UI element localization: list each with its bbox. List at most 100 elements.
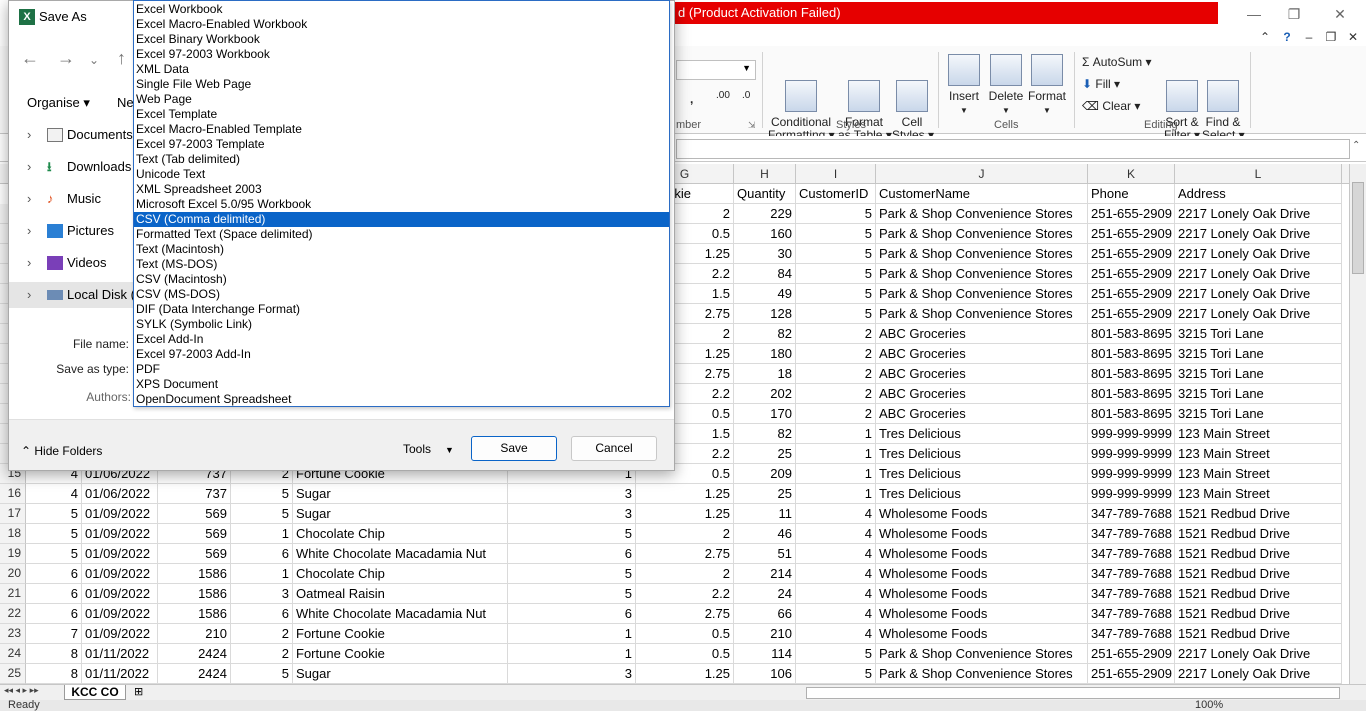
cell-order-date[interactable]: 01/09/2022 xyxy=(82,504,158,524)
cell-number[interactable]: 1586 xyxy=(158,604,231,624)
close-workbook-icon[interactable]: ✕ xyxy=(1344,28,1362,46)
cell-number[interactable]: 5 xyxy=(508,524,636,544)
cell-phone[interactable]: 347-789-7688 xyxy=(1088,544,1175,564)
table-header-cell[interactable]: CustomerName xyxy=(876,184,1088,204)
cell-quantity[interactable]: 160 xyxy=(734,224,796,244)
column-header-j[interactable]: J xyxy=(876,164,1088,184)
cell-customer-id[interactable]: 1 xyxy=(796,484,876,504)
file-type-option[interactable]: Excel 97-2003 Add-In xyxy=(134,347,669,362)
sheet-nav-arrows-icon[interactable]: ◂◂ ◂ ▸ ▸▸ xyxy=(4,685,39,696)
cell-number[interactable]: 3 xyxy=(508,484,636,504)
cell-address[interactable]: 2217 Lonely Oak Drive xyxy=(1175,264,1342,284)
cell-address[interactable]: 1521 Redbud Drive xyxy=(1175,584,1342,604)
save-as-type-dropdown-list[interactable]: Excel Workbook Excel Macro-Enabled Workbo… xyxy=(133,0,670,407)
increase-decimal-button[interactable]: .00 xyxy=(716,90,730,101)
file-type-option[interactable]: Excel 97-2003 Workbook xyxy=(134,47,669,62)
back-arrow-icon[interactable]: ← xyxy=(21,48,39,69)
number-format-select[interactable]: ▼ xyxy=(676,60,756,80)
format-button[interactable]: Format ▼ xyxy=(1027,54,1067,117)
cell-customer-name[interactable]: Wholesome Foods xyxy=(876,524,1088,544)
cell-customer-name[interactable]: Wholesome Foods xyxy=(876,504,1088,524)
row-number[interactable]: 21 xyxy=(0,584,26,604)
cell-customer-id[interactable]: 5 xyxy=(796,664,876,684)
cell-quantity[interactable]: 46 xyxy=(734,524,796,544)
column-header-l[interactable]: L xyxy=(1175,164,1342,184)
cell-customer-id[interactable]: 5 xyxy=(796,304,876,324)
formula-input[interactable] xyxy=(676,139,1350,159)
cell-quantity[interactable]: 30 xyxy=(734,244,796,264)
file-type-option[interactable]: Excel Template xyxy=(134,107,669,122)
cell-address[interactable]: 2217 Lonely Oak Drive xyxy=(1175,284,1342,304)
cell-phone[interactable]: 801-583-8695 xyxy=(1088,324,1175,344)
cell-order-date[interactable]: 01/09/2022 xyxy=(82,564,158,584)
cell-phone[interactable]: 347-789-7688 xyxy=(1088,624,1175,644)
cell-phone[interactable]: 347-789-7688 xyxy=(1088,564,1175,584)
cell-customer-name[interactable]: Tres Delicious xyxy=(876,484,1088,504)
file-type-option[interactable]: Excel Macro-Enabled Template xyxy=(134,122,669,137)
cell-customer-id[interactable]: 4 xyxy=(796,604,876,624)
cell-price[interactable]: 1.25 xyxy=(636,484,734,504)
cell-price[interactable]: 0.5 xyxy=(636,624,734,644)
cell-price[interactable]: 2 xyxy=(636,524,734,544)
cell-product-id[interactable]: 5 xyxy=(231,504,293,524)
nav-item-pictures[interactable]: › Pictures xyxy=(9,218,134,244)
row-number[interactable]: 19 xyxy=(0,544,26,564)
file-type-option[interactable]: DIF (Data Interchange Format) xyxy=(134,302,669,317)
up-arrow-icon[interactable]: ↑ xyxy=(117,48,126,69)
column-header-h[interactable]: H xyxy=(734,164,796,184)
row-number[interactable]: 16 xyxy=(0,484,26,504)
cell-address[interactable]: 3215 Tori Lane xyxy=(1175,324,1342,344)
cell-customer-name[interactable]: Park & Shop Convenience Stores xyxy=(876,204,1088,224)
cell-quantity[interactable]: 82 xyxy=(734,424,796,444)
restore-workbook-icon[interactable]: ❐ xyxy=(1322,28,1340,46)
cell-cookie-type[interactable]: Sugar xyxy=(293,484,508,504)
minimize-icon[interactable]: — xyxy=(1234,4,1274,24)
dialog-launcher-icon[interactable]: ⇲ xyxy=(748,120,756,131)
cell-quantity[interactable]: 24 xyxy=(734,584,796,604)
cell-customer-id[interactable]: 2 xyxy=(796,324,876,344)
cell-order-id[interactable]: 6 xyxy=(26,564,82,584)
cell-quantity[interactable]: 202 xyxy=(734,384,796,404)
organise-button[interactable]: Organise ▾ xyxy=(27,95,90,111)
cell-order-date[interactable]: 01/11/2022 xyxy=(82,644,158,664)
cell-number[interactable]: 1586 xyxy=(158,584,231,604)
cell-customer-name[interactable]: Wholesome Foods xyxy=(876,584,1088,604)
file-type-option[interactable]: Excel Macro-Enabled Workbook xyxy=(134,17,669,32)
decrease-decimal-button[interactable]: .0 xyxy=(742,90,750,101)
restore-icon[interactable]: ❐ xyxy=(1274,4,1314,24)
cell-phone[interactable]: 347-789-7688 xyxy=(1088,584,1175,604)
cell-number[interactable]: 3 xyxy=(508,504,636,524)
cell-product-id[interactable]: 2 xyxy=(231,624,293,644)
cell-order-id[interactable]: 6 xyxy=(26,604,82,624)
cell-quantity[interactable]: 25 xyxy=(734,444,796,464)
cell-number[interactable]: 569 xyxy=(158,504,231,524)
cell-address[interactable]: 2217 Lonely Oak Drive xyxy=(1175,664,1342,684)
cell-phone[interactable]: 801-583-8695 xyxy=(1088,404,1175,424)
cell-customer-id[interactable]: 4 xyxy=(796,544,876,564)
cell-address[interactable]: 1521 Redbud Drive xyxy=(1175,624,1342,644)
file-type-option[interactable]: XML Spreadsheet 2003 xyxy=(134,182,669,197)
cell-phone[interactable]: 999-999-9999 xyxy=(1088,464,1175,484)
new-sheet-icon[interactable]: ⊞ xyxy=(134,685,143,698)
nav-item-local-disk[interactable]: › Local Disk (C xyxy=(9,282,134,308)
cell-customer-id[interactable]: 5 xyxy=(796,264,876,284)
fill-button[interactable]: ⬇ Fill ▾ xyxy=(1082,77,1120,91)
minimize-ribbon-icon[interactable]: – xyxy=(1300,28,1318,46)
cell-customer-name[interactable]: ABC Groceries xyxy=(876,364,1088,384)
row-number[interactable]: 18 xyxy=(0,524,26,544)
cell-phone[interactable]: 251-655-2909 xyxy=(1088,204,1175,224)
vertical-scrollbar[interactable] xyxy=(1349,164,1366,684)
cell-number[interactable]: 737 xyxy=(158,484,231,504)
cell-phone[interactable]: 801-583-8695 xyxy=(1088,384,1175,404)
cell-customer-name[interactable]: Park & Shop Convenience Stores xyxy=(876,644,1088,664)
cell-order-date[interactable]: 01/11/2022 xyxy=(82,664,158,684)
cell-phone[interactable]: 251-655-2909 xyxy=(1088,264,1175,284)
cell-product-id[interactable]: 5 xyxy=(231,484,293,504)
file-type-option[interactable]: Excel 97-2003 Template xyxy=(134,137,669,152)
cell-price[interactable]: 2.75 xyxy=(636,604,734,624)
cell-quantity[interactable]: 128 xyxy=(734,304,796,324)
cell-quantity[interactable]: 84 xyxy=(734,264,796,284)
cell-customer-id[interactable]: 5 xyxy=(796,284,876,304)
cell-price[interactable]: 0.5 xyxy=(636,644,734,664)
cell-number[interactable]: 210 xyxy=(158,624,231,644)
